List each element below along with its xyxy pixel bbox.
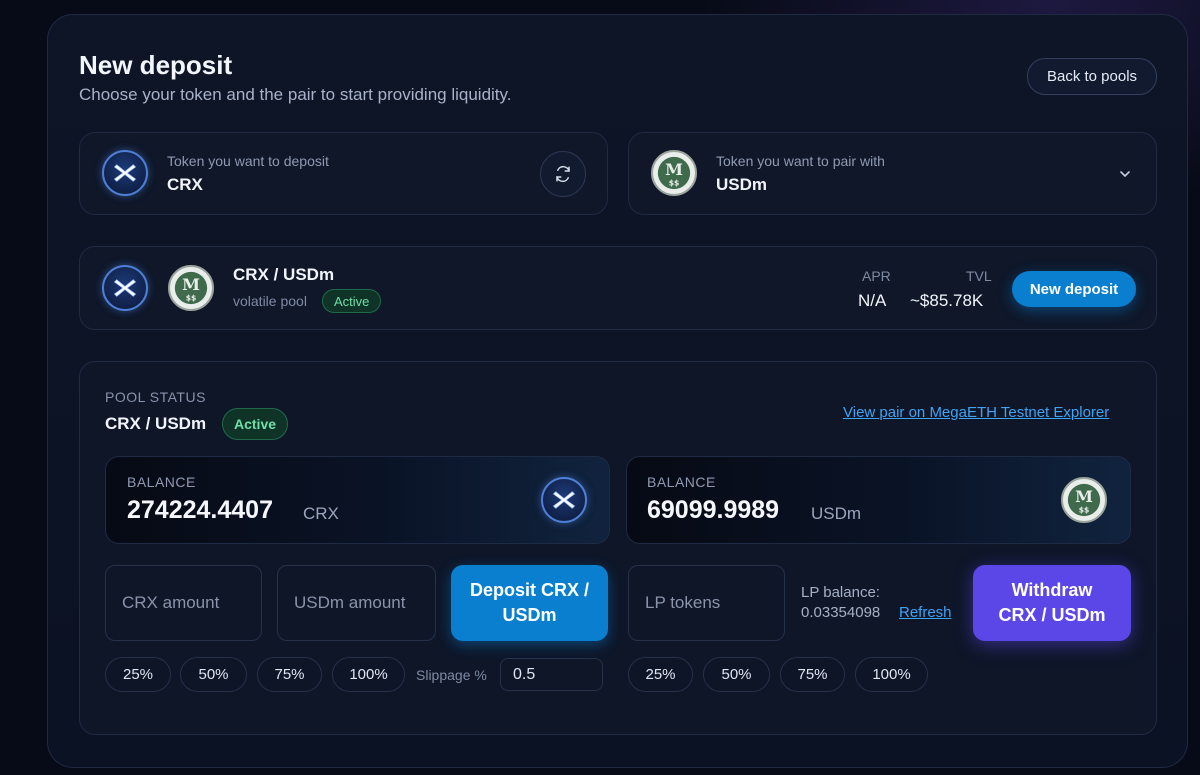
usdm-balance-label: BALANCE [647,474,716,490]
usdm-amount-input[interactable]: USDm amount [277,565,436,641]
new-deposit-button[interactable]: New deposit [1012,271,1136,307]
deposit-token-label: Token you want to deposit [167,153,329,169]
swap-icon [556,165,570,183]
pool-usdm-icon [168,265,214,311]
balance-crx-icon [541,477,587,523]
lp-tokens-input[interactable]: LP tokens [628,565,785,641]
deposit-50-percent[interactable]: 50% [180,657,247,692]
usdm-balance-value: 69099.9989 [647,496,780,524]
deposit-25-percent[interactable]: 25% [105,657,171,692]
slippage-input[interactable]: 0.5 [500,658,603,691]
withdraw-100-percent[interactable]: 100% [855,657,928,692]
balance-usdm-icon [1061,477,1107,523]
explorer-link[interactable]: View pair on MegaETH Testnet Explorer [843,404,1109,421]
tvl-label: TVL [966,268,992,284]
apr-value: N/A [858,291,887,310]
withdraw-50-percent[interactable]: 50% [703,657,770,692]
pair-token-label: Token you want to pair with [716,153,885,169]
lp-balance-value: 0.03354098 [801,604,881,621]
tvl-value: ~$85.78K [910,291,984,310]
slippage-label: Slippage % [416,667,487,683]
pair-token-selector[interactable] [628,132,1157,215]
deposit-token-selector[interactable] [79,132,608,215]
lp-balance-label: LP balance: [801,584,880,601]
page-subtitle: Choose your token and the pair to start … [79,85,512,104]
deposit-100-percent[interactable]: 100% [332,657,405,692]
withdraw-button[interactable]: Withdraw CRX / USDm [973,565,1131,641]
pool-status-heading: POOL STATUS [105,389,206,405]
pair-token-symbol: USDm [716,175,768,194]
crx-balance-label: BALANCE [127,474,196,490]
swap-tokens-button[interactable] [540,151,586,197]
pool-pair-name: CRX / USDm [233,265,335,284]
crx-token-icon [102,150,148,196]
pool-status-active-badge: Active [222,408,289,440]
pool-status-badge: Active [322,289,382,313]
pool-row [79,246,1157,330]
usdm-token-icon [651,150,697,196]
deposit-token-symbol: CRX [167,175,203,194]
deposit-button[interactable]: Deposit CRX / USDm [451,565,608,641]
chevron-down-icon[interactable] [1118,167,1132,181]
withdraw-25-percent[interactable]: 25% [628,657,693,692]
pool-crx-icon [102,265,148,311]
crx-balance-unit: CRX [303,504,339,523]
pool-type: volatile pool [233,293,307,309]
refresh-link[interactable]: Refresh [899,604,952,621]
crx-amount-input[interactable]: CRX amount [105,565,262,641]
deposit-75-percent[interactable]: 75% [257,657,322,692]
pool-status-pair: CRX / USDm [105,414,207,433]
withdraw-75-percent[interactable]: 75% [780,657,845,692]
page-title: New deposit [79,50,233,80]
back-to-pools-button[interactable]: Back to pools [1027,58,1157,95]
crx-balance-value: 274224.4407 [127,496,273,524]
usdm-balance-unit: USDm [811,504,862,523]
apr-label: APR [862,268,891,284]
